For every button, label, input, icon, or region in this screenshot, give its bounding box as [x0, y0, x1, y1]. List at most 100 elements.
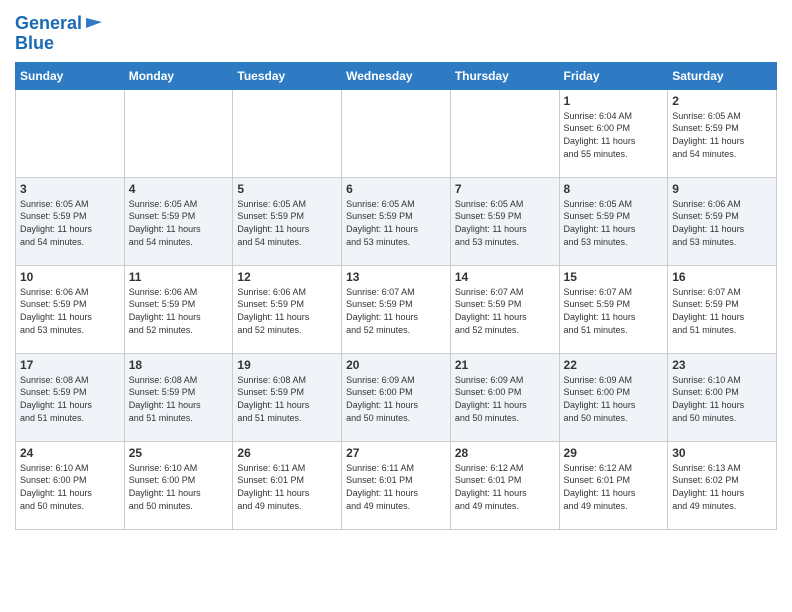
header-wednesday: Wednesday — [342, 62, 451, 89]
day-number: 24 — [20, 446, 120, 460]
day-info: Sunrise: 6:05 AMSunset: 5:59 PMDaylight:… — [564, 198, 664, 248]
day-info: Sunrise: 6:08 AMSunset: 5:59 PMDaylight:… — [129, 374, 229, 424]
day-number: 14 — [455, 270, 555, 284]
week-row-2: 3 Sunrise: 6:05 AMSunset: 5:59 PMDaylight… — [16, 177, 777, 265]
day-number: 8 — [564, 182, 664, 196]
day-number: 26 — [237, 446, 337, 460]
day-info: Sunrise: 6:10 AMSunset: 6:00 PMDaylight:… — [20, 462, 120, 512]
day-info: Sunrise: 6:07 AMSunset: 5:59 PMDaylight:… — [346, 286, 446, 336]
day-number: 18 — [129, 358, 229, 372]
day-cell: 20 Sunrise: 6:09 AMSunset: 6:00 PMDayligh… — [342, 353, 451, 441]
page: General Blue Sunday Monday Tuesday Wedne… — [0, 0, 792, 545]
day-number: 16 — [672, 270, 772, 284]
week-row-3: 10 Sunrise: 6:06 AMSunset: 5:59 PMDayligh… — [16, 265, 777, 353]
day-number: 21 — [455, 358, 555, 372]
day-info: Sunrise: 6:11 AMSunset: 6:01 PMDaylight:… — [237, 462, 337, 512]
logo: General Blue — [15, 10, 104, 54]
day-number: 15 — [564, 270, 664, 284]
day-number: 28 — [455, 446, 555, 460]
day-info: Sunrise: 6:05 AMSunset: 5:59 PMDaylight:… — [455, 198, 555, 248]
day-info: Sunrise: 6:04 AMSunset: 6:00 PMDaylight:… — [564, 110, 664, 160]
header-monday: Monday — [124, 62, 233, 89]
day-cell: 18 Sunrise: 6:08 AMSunset: 5:59 PMDayligh… — [124, 353, 233, 441]
day-info: Sunrise: 6:11 AMSunset: 6:01 PMDaylight:… — [346, 462, 446, 512]
day-info: Sunrise: 6:05 AMSunset: 5:59 PMDaylight:… — [20, 198, 120, 248]
header-sunday: Sunday — [16, 62, 125, 89]
day-info: Sunrise: 6:08 AMSunset: 5:59 PMDaylight:… — [237, 374, 337, 424]
day-info: Sunrise: 6:05 AMSunset: 5:59 PMDaylight:… — [237, 198, 337, 248]
day-cell — [124, 89, 233, 177]
day-cell: 3 Sunrise: 6:05 AMSunset: 5:59 PMDaylight… — [16, 177, 125, 265]
day-cell — [16, 89, 125, 177]
day-number: 23 — [672, 358, 772, 372]
day-info: Sunrise: 6:06 AMSunset: 5:59 PMDaylight:… — [672, 198, 772, 248]
day-info: Sunrise: 6:13 AMSunset: 6:02 PMDaylight:… — [672, 462, 772, 512]
day-number: 11 — [129, 270, 229, 284]
day-info: Sunrise: 6:05 AMSunset: 5:59 PMDaylight:… — [346, 198, 446, 248]
day-cell: 19 Sunrise: 6:08 AMSunset: 5:59 PMDayligh… — [233, 353, 342, 441]
header-thursday: Thursday — [450, 62, 559, 89]
day-number: 9 — [672, 182, 772, 196]
day-cell: 1 Sunrise: 6:04 AMSunset: 6:00 PMDaylight… — [559, 89, 668, 177]
day-cell: 27 Sunrise: 6:11 AMSunset: 6:01 PMDayligh… — [342, 441, 451, 529]
day-cell — [342, 89, 451, 177]
header-friday: Friday — [559, 62, 668, 89]
weekday-header-row: Sunday Monday Tuesday Wednesday Thursday… — [16, 62, 777, 89]
day-number: 10 — [20, 270, 120, 284]
day-info: Sunrise: 6:09 AMSunset: 6:00 PMDaylight:… — [455, 374, 555, 424]
week-row-1: 1 Sunrise: 6:04 AMSunset: 6:00 PMDaylight… — [16, 89, 777, 177]
day-info: Sunrise: 6:07 AMSunset: 5:59 PMDaylight:… — [455, 286, 555, 336]
day-info: Sunrise: 6:09 AMSunset: 6:00 PMDaylight:… — [564, 374, 664, 424]
day-cell: 26 Sunrise: 6:11 AMSunset: 6:01 PMDayligh… — [233, 441, 342, 529]
day-cell: 24 Sunrise: 6:10 AMSunset: 6:00 PMDayligh… — [16, 441, 125, 529]
day-info: Sunrise: 6:06 AMSunset: 5:59 PMDaylight:… — [20, 286, 120, 336]
day-cell — [233, 89, 342, 177]
day-cell: 10 Sunrise: 6:06 AMSunset: 5:59 PMDayligh… — [16, 265, 125, 353]
day-cell: 17Sunrise: 6:08 AMSunset: 5:59 PMDayligh… — [16, 353, 125, 441]
day-number: 6 — [346, 182, 446, 196]
day-cell: 7Sunrise: 6:05 AMSunset: 5:59 PMDaylight… — [450, 177, 559, 265]
day-info: Sunrise: 6:05 AMSunset: 5:59 PMDaylight:… — [672, 110, 772, 160]
day-info: Sunrise: 6:06 AMSunset: 5:59 PMDaylight:… — [237, 286, 337, 336]
day-cell: 4 Sunrise: 6:05 AMSunset: 5:59 PMDaylight… — [124, 177, 233, 265]
day-number: 19 — [237, 358, 337, 372]
day-number: 29 — [564, 446, 664, 460]
day-cell: 8 Sunrise: 6:05 AMSunset: 5:59 PMDaylight… — [559, 177, 668, 265]
logo-blue: Blue — [15, 34, 54, 54]
day-info: Sunrise: 6:12 AMSunset: 6:01 PMDaylight:… — [455, 462, 555, 512]
day-number: 27 — [346, 446, 446, 460]
day-number: 12 — [237, 270, 337, 284]
day-number: 25 — [129, 446, 229, 460]
header: General Blue — [15, 10, 777, 54]
day-cell: 25 Sunrise: 6:10 AMSunset: 6:00 PMDayligh… — [124, 441, 233, 529]
day-cell: 22Sunrise: 6:09 AMSunset: 6:00 PMDayligh… — [559, 353, 668, 441]
day-info: Sunrise: 6:07 AMSunset: 5:59 PMDaylight:… — [564, 286, 664, 336]
day-number: 3 — [20, 182, 120, 196]
day-info: Sunrise: 6:12 AMSunset: 6:01 PMDaylight:… — [564, 462, 664, 512]
day-number: 4 — [129, 182, 229, 196]
day-cell: 30 Sunrise: 6:13 AMSunset: 6:02 PMDayligh… — [668, 441, 777, 529]
day-number: 1 — [564, 94, 664, 108]
day-cell: 28 Sunrise: 6:12 AMSunset: 6:01 PMDayligh… — [450, 441, 559, 529]
day-cell: 9 Sunrise: 6:06 AMSunset: 5:59 PMDaylight… — [668, 177, 777, 265]
day-number: 2 — [672, 94, 772, 108]
day-info: Sunrise: 6:10 AMSunset: 6:00 PMDaylight:… — [672, 374, 772, 424]
day-cell: 23 Sunrise: 6:10 AMSunset: 6:00 PMDayligh… — [668, 353, 777, 441]
day-number: 20 — [346, 358, 446, 372]
day-cell: 2 Sunrise: 6:05 AMSunset: 5:59 PMDaylight… — [668, 89, 777, 177]
logo-flag-icon — [84, 16, 104, 34]
day-info: Sunrise: 6:05 AMSunset: 5:59 PMDaylight:… — [129, 198, 229, 248]
day-info: Sunrise: 6:10 AMSunset: 6:00 PMDaylight:… — [129, 462, 229, 512]
day-number: 17 — [20, 358, 120, 372]
day-info: Sunrise: 6:09 AMSunset: 6:00 PMDaylight:… — [346, 374, 446, 424]
day-number: 30 — [672, 446, 772, 460]
day-cell: 5 Sunrise: 6:05 AMSunset: 5:59 PMDaylight… — [233, 177, 342, 265]
day-number: 13 — [346, 270, 446, 284]
day-info: Sunrise: 6:06 AMSunset: 5:59 PMDaylight:… — [129, 286, 229, 336]
day-number: 5 — [237, 182, 337, 196]
day-cell: 13 Sunrise: 6:07 AMSunset: 5:59 PMDayligh… — [342, 265, 451, 353]
logo-text-general: General — [15, 14, 82, 34]
day-cell — [450, 89, 559, 177]
header-saturday: Saturday — [668, 62, 777, 89]
day-cell: 14 Sunrise: 6:07 AMSunset: 5:59 PMDayligh… — [450, 265, 559, 353]
